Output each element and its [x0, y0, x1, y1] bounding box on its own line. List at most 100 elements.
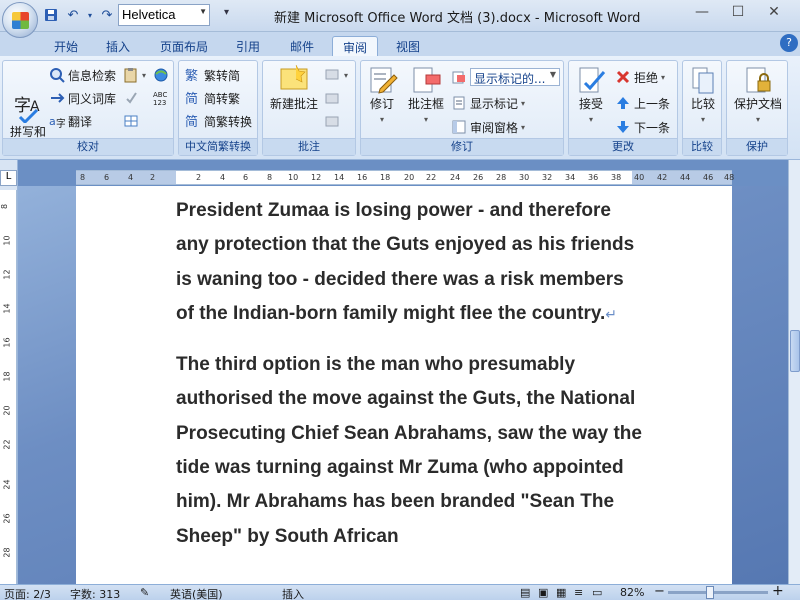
reject-button[interactable]: 拒绝 ▾: [615, 67, 665, 87]
set-language-button[interactable]: ▾: [123, 65, 146, 85]
word-count[interactable]: 字数: 313: [70, 586, 120, 600]
ruler-tick: 34: [565, 173, 576, 182]
thesaurus-icon: [49, 90, 65, 106]
save-icon[interactable]: [42, 6, 60, 24]
ruler-tick: 12: [311, 173, 322, 182]
font-name-box[interactable]: Helvetica ▼: [118, 4, 210, 26]
print-layout-view-icon[interactable]: ▤: [520, 586, 530, 599]
undo-icon[interactable]: ↶: [64, 6, 82, 24]
ruler-tick: 8: [0, 203, 10, 210]
full-screen-view-icon[interactable]: ▣: [538, 586, 548, 599]
new-comment-button[interactable]: 新建批注: [265, 64, 323, 112]
proofing-status-icon[interactable]: ✎: [140, 586, 149, 599]
scrollbar-thumb[interactable]: [790, 330, 800, 372]
tab-mailings[interactable]: 邮件: [280, 36, 324, 56]
group-label-changes: 更改: [569, 138, 677, 155]
language-status[interactable]: 英语(美国): [170, 586, 223, 600]
draft-view-icon[interactable]: ▭: [592, 586, 602, 599]
outline-view-icon[interactable]: ≡: [574, 586, 583, 599]
tab-insert[interactable]: 插入: [96, 36, 140, 56]
office-button[interactable]: [2, 2, 38, 38]
arrow-up-icon: [615, 95, 631, 111]
balloons-button[interactable]: 批注框 ▾: [403, 65, 449, 127]
to-simplified-button[interactable]: 简 简转繁: [185, 88, 240, 108]
to-simplified-label: 简转繁: [204, 91, 241, 106]
paragraph[interactable]: The third option is the man who presumab…: [176, 348, 646, 554]
display-for-review-dropdown[interactable]: 显示标记的... ▼: [451, 67, 560, 87]
thesaurus-button[interactable]: 同义词库: [49, 88, 116, 108]
customize-qat-icon[interactable]: ▾: [224, 7, 229, 18]
compare-button[interactable]: 比较 ▾: [678, 65, 728, 127]
title-bar: ↶ ▾ ↷ Helvetica ▼ ▾ 新建 Microsoft Office …: [0, 0, 800, 38]
abc-count-button[interactable]: ABC 123: [153, 88, 169, 108]
group-label-chinese: 中文简繁转换: [179, 138, 257, 155]
office-logo-icon: [12, 12, 29, 29]
ribbon: 字A 拼写和 语法 信息检索 同义词库 a字 翻译 ▾ ABC123: [0, 56, 800, 160]
table-button[interactable]: [123, 111, 139, 131]
insert-mode[interactable]: 插入: [282, 586, 304, 600]
horizontal-ruler[interactable]: 8 6 4 2 2 4 6 8 10 12 14 16 18 20 22 24 …: [76, 170, 735, 185]
redo-icon[interactable]: ↷: [98, 6, 116, 24]
document-body[interactable]: President Zumaa is losing power - and th…: [176, 194, 646, 571]
chevron-down-icon: ▾: [700, 115, 705, 124]
word-count-button[interactable]: [153, 65, 169, 85]
accept-button[interactable]: 接受 ▾: [569, 65, 613, 127]
previous-comment-button[interactable]: [325, 88, 341, 108]
group-changes: 接受 ▾ 拒绝 ▾ 上一条 下一条 更改: [568, 60, 678, 156]
vertical-scrollbar[interactable]: [788, 160, 800, 584]
ruler-tick: 4: [220, 173, 226, 182]
ruler-tick: 48: [724, 173, 735, 182]
quick-access-toolbar: ↶ ▾ ↷: [42, 6, 116, 24]
tab-selector[interactable]: L: [0, 170, 17, 186]
delete-comment-button[interactable]: ▾: [325, 65, 348, 85]
convert-button[interactable]: 简 简繁转换: [185, 111, 252, 131]
tab-page-layout[interactable]: 页面布局: [150, 36, 218, 56]
display-markup-select[interactable]: 显示标记的... ▼: [470, 68, 560, 86]
undo-dropdown-icon[interactable]: ▾: [86, 6, 94, 24]
next-label: 下一条: [634, 120, 671, 135]
track-changes-button[interactable]: 修订 ▾: [361, 65, 403, 127]
previous-change-button[interactable]: 上一条: [615, 93, 670, 113]
tab-references[interactable]: 引用: [226, 36, 270, 56]
chevron-down-icon: ▾: [344, 70, 349, 80]
tab-home[interactable]: 开始: [44, 36, 88, 56]
next-change-button[interactable]: 下一条: [615, 117, 670, 137]
protect-document-button[interactable]: 保护文档 ▾: [729, 65, 787, 127]
zoom-level[interactable]: 82%: [620, 586, 644, 599]
ruler-tick: 6: [104, 173, 110, 182]
help-icon[interactable]: ?: [780, 34, 798, 52]
zoom-in-button[interactable]: +: [772, 583, 784, 599]
group-label-compare: 比较: [683, 138, 721, 155]
show-markup-button[interactable]: 显示标记 ▾: [451, 93, 525, 113]
review-pane-button[interactable]: 审阅窗格 ▾: [451, 117, 525, 137]
maximize-icon[interactable]: ☐: [724, 4, 752, 24]
to-traditional-button[interactable]: 繁 繁转简: [185, 65, 240, 85]
group-tracking: 修订 ▾ 批注框 ▾ 显示标记的... ▼ 显示标记 ▾ 审阅窗格 ▾ 修订: [360, 60, 564, 156]
close-icon[interactable]: ✕: [760, 4, 788, 24]
zoom-slider-knob[interactable]: [706, 586, 714, 599]
svg-text:繁: 繁: [185, 68, 198, 83]
translate-button[interactable]: a字 翻译: [49, 111, 92, 131]
web-layout-view-icon[interactable]: ▦: [556, 586, 566, 599]
tab-view[interactable]: 视图: [386, 36, 430, 56]
tab-review[interactable]: 审阅: [332, 36, 379, 56]
paragraph[interactable]: President Zumaa is losing power - and th…: [176, 194, 646, 331]
zoom-slider-track[interactable]: [668, 591, 768, 594]
next-comment-button[interactable]: [325, 111, 341, 131]
research-button[interactable]: 信息检索: [49, 65, 116, 85]
ruler-tick: 18: [2, 371, 12, 382]
vertical-ruler[interactable]: 8 10 12 14 16 18 20 22 24 26 28: [0, 190, 17, 584]
spelling-icon: 字A: [12, 78, 44, 125]
page-count[interactable]: 页面: 2/3: [4, 586, 51, 600]
minimize-icon[interactable]: —: [688, 4, 716, 24]
zoom-out-button[interactable]: −: [654, 584, 665, 599]
check-button[interactable]: [123, 88, 139, 108]
ruler-tick: 36: [588, 173, 599, 182]
group-compare: 比较 ▾ 比较: [682, 60, 722, 156]
compare-label: 比较: [690, 97, 715, 111]
document-page[interactable]: President Zumaa is losing power - and th…: [76, 186, 732, 584]
group-chinese-conversion: 繁 繁转简 简 简转繁 简 简繁转换 中文简繁转换: [178, 60, 258, 156]
track-changes-icon: [366, 65, 398, 95]
chevron-down-icon: ▾: [423, 115, 428, 124]
ruler-tick: 26: [2, 513, 12, 524]
